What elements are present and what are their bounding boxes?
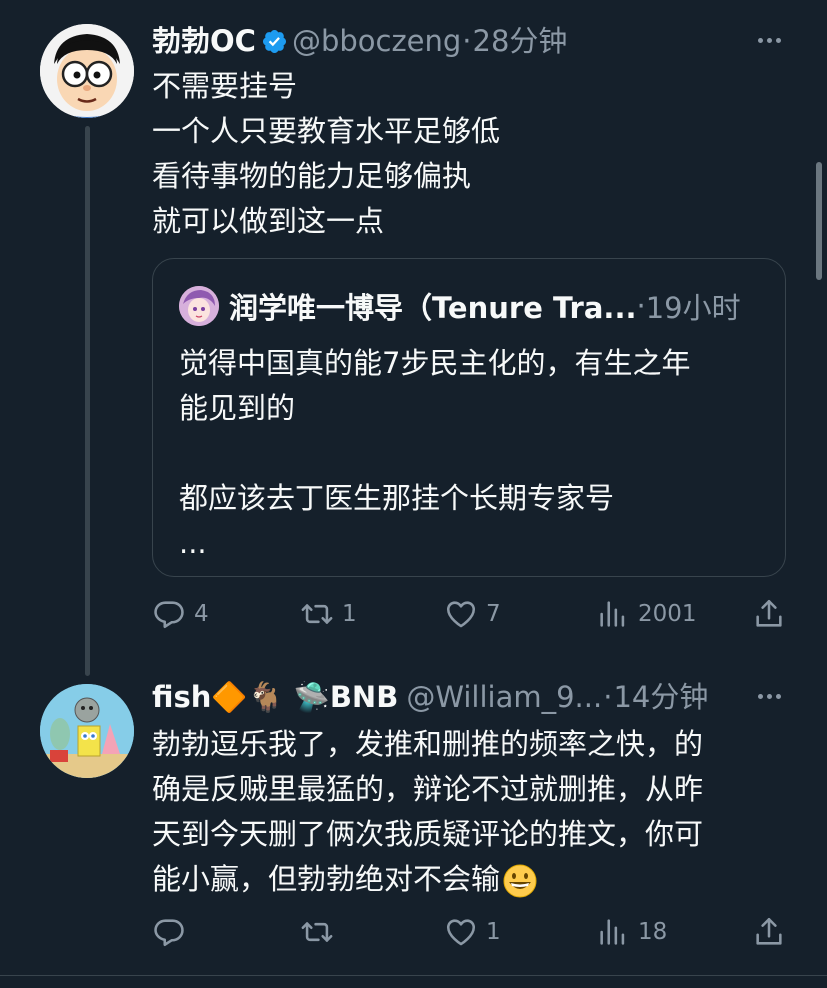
tweet-text-line: 就可以做到这一点 [152,204,385,238]
tweet-text: 勃勃逗乐我了，发推和删推的频率之快，的 确是反贼里最猛的，辩论不过就删推，从昨 … [152,722,782,902]
tweet-divider [0,975,827,976]
retweet-icon [301,604,333,624]
reply-button[interactable] [152,912,194,952]
separator-dot: · [603,680,613,714]
handle[interactable]: @William_9... [406,674,602,720]
handle[interactable]: @bboczeng [292,18,461,64]
thread-connector-line [85,126,90,676]
retweet-button[interactable]: 1 [300,594,357,634]
tweet-text-line: 确是反贼里最猛的，辩论不过就删推，从昨 [152,772,704,806]
like-count: 1 [486,919,501,945]
views-button[interactable]: 18 [596,912,667,952]
share-icon [756,599,782,627]
verified-badge-icon [262,29,286,53]
share-icon [756,917,782,945]
heart-icon [446,601,476,628]
views-chart-icon [600,919,625,945]
views-chart-icon [600,601,625,627]
scrollbar[interactable] [816,162,822,280]
tweet-header: fish🔶🐐 🛸BNB @William_9... · 14分钟 [152,674,708,720]
tweet-text-line-with-emoji: 能小赢，但勃勃绝对不会输 [152,857,782,902]
retweet-icon [301,922,333,942]
tweet-text: 不需要挂号 一个人只要教育水平足够低 看待事物的能力足够偏执 就可以做到这一点 [152,64,792,244]
quoted-display-name[interactable]: 润学唯一博导（Tenure Tra... [229,285,636,327]
share-button[interactable] [752,594,786,634]
more-dot [766,693,772,699]
quoted-text-blank-line [179,431,690,476]
tweet-text-line: 看待事物的能力足够偏执 [152,159,472,193]
quoted-avatar [179,286,219,326]
tweet-actions: 1 18 [152,912,792,952]
quoted-tweet-card[interactable]: 润学唯一博导（Tenure Tra... · 19小时 觉得中国真的能7步民主化… [152,258,786,577]
tweet-text-line: 不需要挂号 [152,69,298,103]
timestamp[interactable]: 28分钟 [473,18,568,64]
view-count: 18 [638,919,668,945]
tweet-text-line: 能小赢，但勃勃绝对不会输 [152,862,501,896]
display-name[interactable]: 勃勃OC [152,18,256,64]
heart-icon [446,919,476,946]
tweet-text-line: 天到今天删了俩次我质疑评论的推文，你可 [152,817,704,851]
quoted-text-line: ... [179,526,207,560]
more-dot [766,37,772,43]
avatar-cartoon-boy-icon [40,24,134,118]
display-name[interactable]: fish🔶🐐 🛸BNB [152,674,398,720]
tweet-header: 勃勃OC @bboczeng · 28分钟 [152,18,567,64]
tweet-text-line: 勃勃逗乐我了，发推和删推的频率之快，的 [152,727,704,761]
quoted-tweet-text: 觉得中国真的能7步民主化的，有生之年 能见到的 都应该去丁医生那挂个长期专家号 … [179,341,690,566]
separator-dot: · [636,289,646,323]
share-button[interactable] [752,912,786,952]
reply-button[interactable]: 4 [152,594,209,634]
quoted-timestamp[interactable]: 19小时 [646,285,741,327]
like-button[interactable]: 7 [444,594,501,634]
more-dot [775,693,781,699]
more-options-button[interactable] [751,30,787,50]
more-options-button[interactable] [751,686,787,706]
more-dot [775,37,781,43]
grinning-face-emoji-icon [503,864,537,898]
quoted-tweet-header: 润学唯一博导（Tenure Tra... · 19小时 [179,285,741,327]
quoted-text-line: 都应该去丁医生那挂个长期专家号 [179,481,615,515]
timestamp[interactable]: 14分钟 [613,674,708,720]
more-horizontal-icon [757,693,763,699]
avatar[interactable] [40,24,134,118]
more-horizontal-icon [757,37,763,43]
tweet-bboczeng[interactable]: 勃勃OC @bboczeng · 28分钟 不需要挂号 一个人只要教育水平足够低… [0,0,827,676]
retweet-button[interactable] [300,912,342,952]
quoted-text-line: 觉得中国真的能7步民主化的，有生之年 [179,346,691,380]
like-count: 7 [486,601,501,627]
retweet-count: 1 [342,601,357,627]
reply-icon [154,919,184,947]
tweet-actions: 4 1 7 2001 [152,594,792,634]
tweet-reply-fish[interactable]: fish🔶🐐 🛸BNB @William_9... · 14分钟 勃勃逗乐我了，… [0,664,827,976]
like-button[interactable]: 1 [444,912,501,952]
avatar-cartoon-group-icon [40,684,134,778]
quoted-text-line: 能见到的 [179,391,296,425]
tweet-text-line: 一个人只要教育水平足够低 [152,114,501,148]
anime-avatar-icon [179,286,219,326]
reply-icon [154,601,184,629]
separator-dot: · [462,24,472,58]
avatar[interactable] [40,684,134,778]
views-button[interactable]: 2001 [596,594,697,634]
view-count: 2001 [638,601,697,627]
reply-count: 4 [194,601,209,627]
